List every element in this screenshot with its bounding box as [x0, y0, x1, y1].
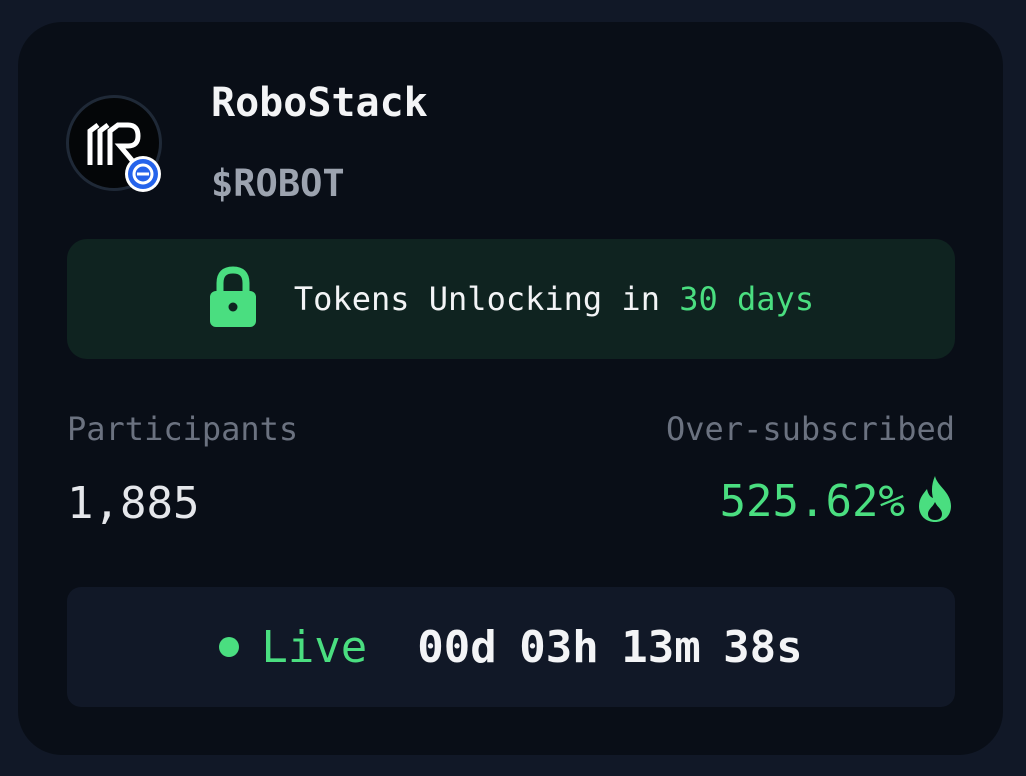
token-name: RoboStack [211, 80, 428, 126]
unlock-text: Tokens Unlocking in 30 days [294, 280, 814, 318]
participants-label: Participants [67, 410, 299, 448]
countdown-timer: 00d 03h 13m 38s [417, 621, 803, 673]
unlock-prefix: Tokens Unlocking in [293, 280, 680, 318]
oversubscribed-stat: 525.62% [720, 474, 955, 528]
live-status-bar: Live 00d 03h 13m 38s [67, 587, 955, 707]
unlock-banner: Tokens Unlocking in 30 days [67, 239, 955, 359]
token-symbol: $ROBOT [211, 162, 345, 205]
chain-badge-icon [125, 156, 161, 192]
lock-icon [208, 265, 258, 333]
participants-value: 1,885 [67, 478, 200, 529]
token-avatar [66, 95, 162, 192]
token-sale-card[interactable]: RoboStack $ROBOT Tokens Unlocking in 30 … [18, 22, 1003, 755]
live-indicator-dot [219, 637, 240, 657]
live-label: Live [261, 621, 368, 673]
oversubscribed-value: 525.62% [719, 475, 905, 527]
fire-icon [915, 474, 955, 528]
oversubscribed-label: Over-subscribed [666, 410, 955, 448]
unlock-duration: 30 days [679, 280, 815, 318]
